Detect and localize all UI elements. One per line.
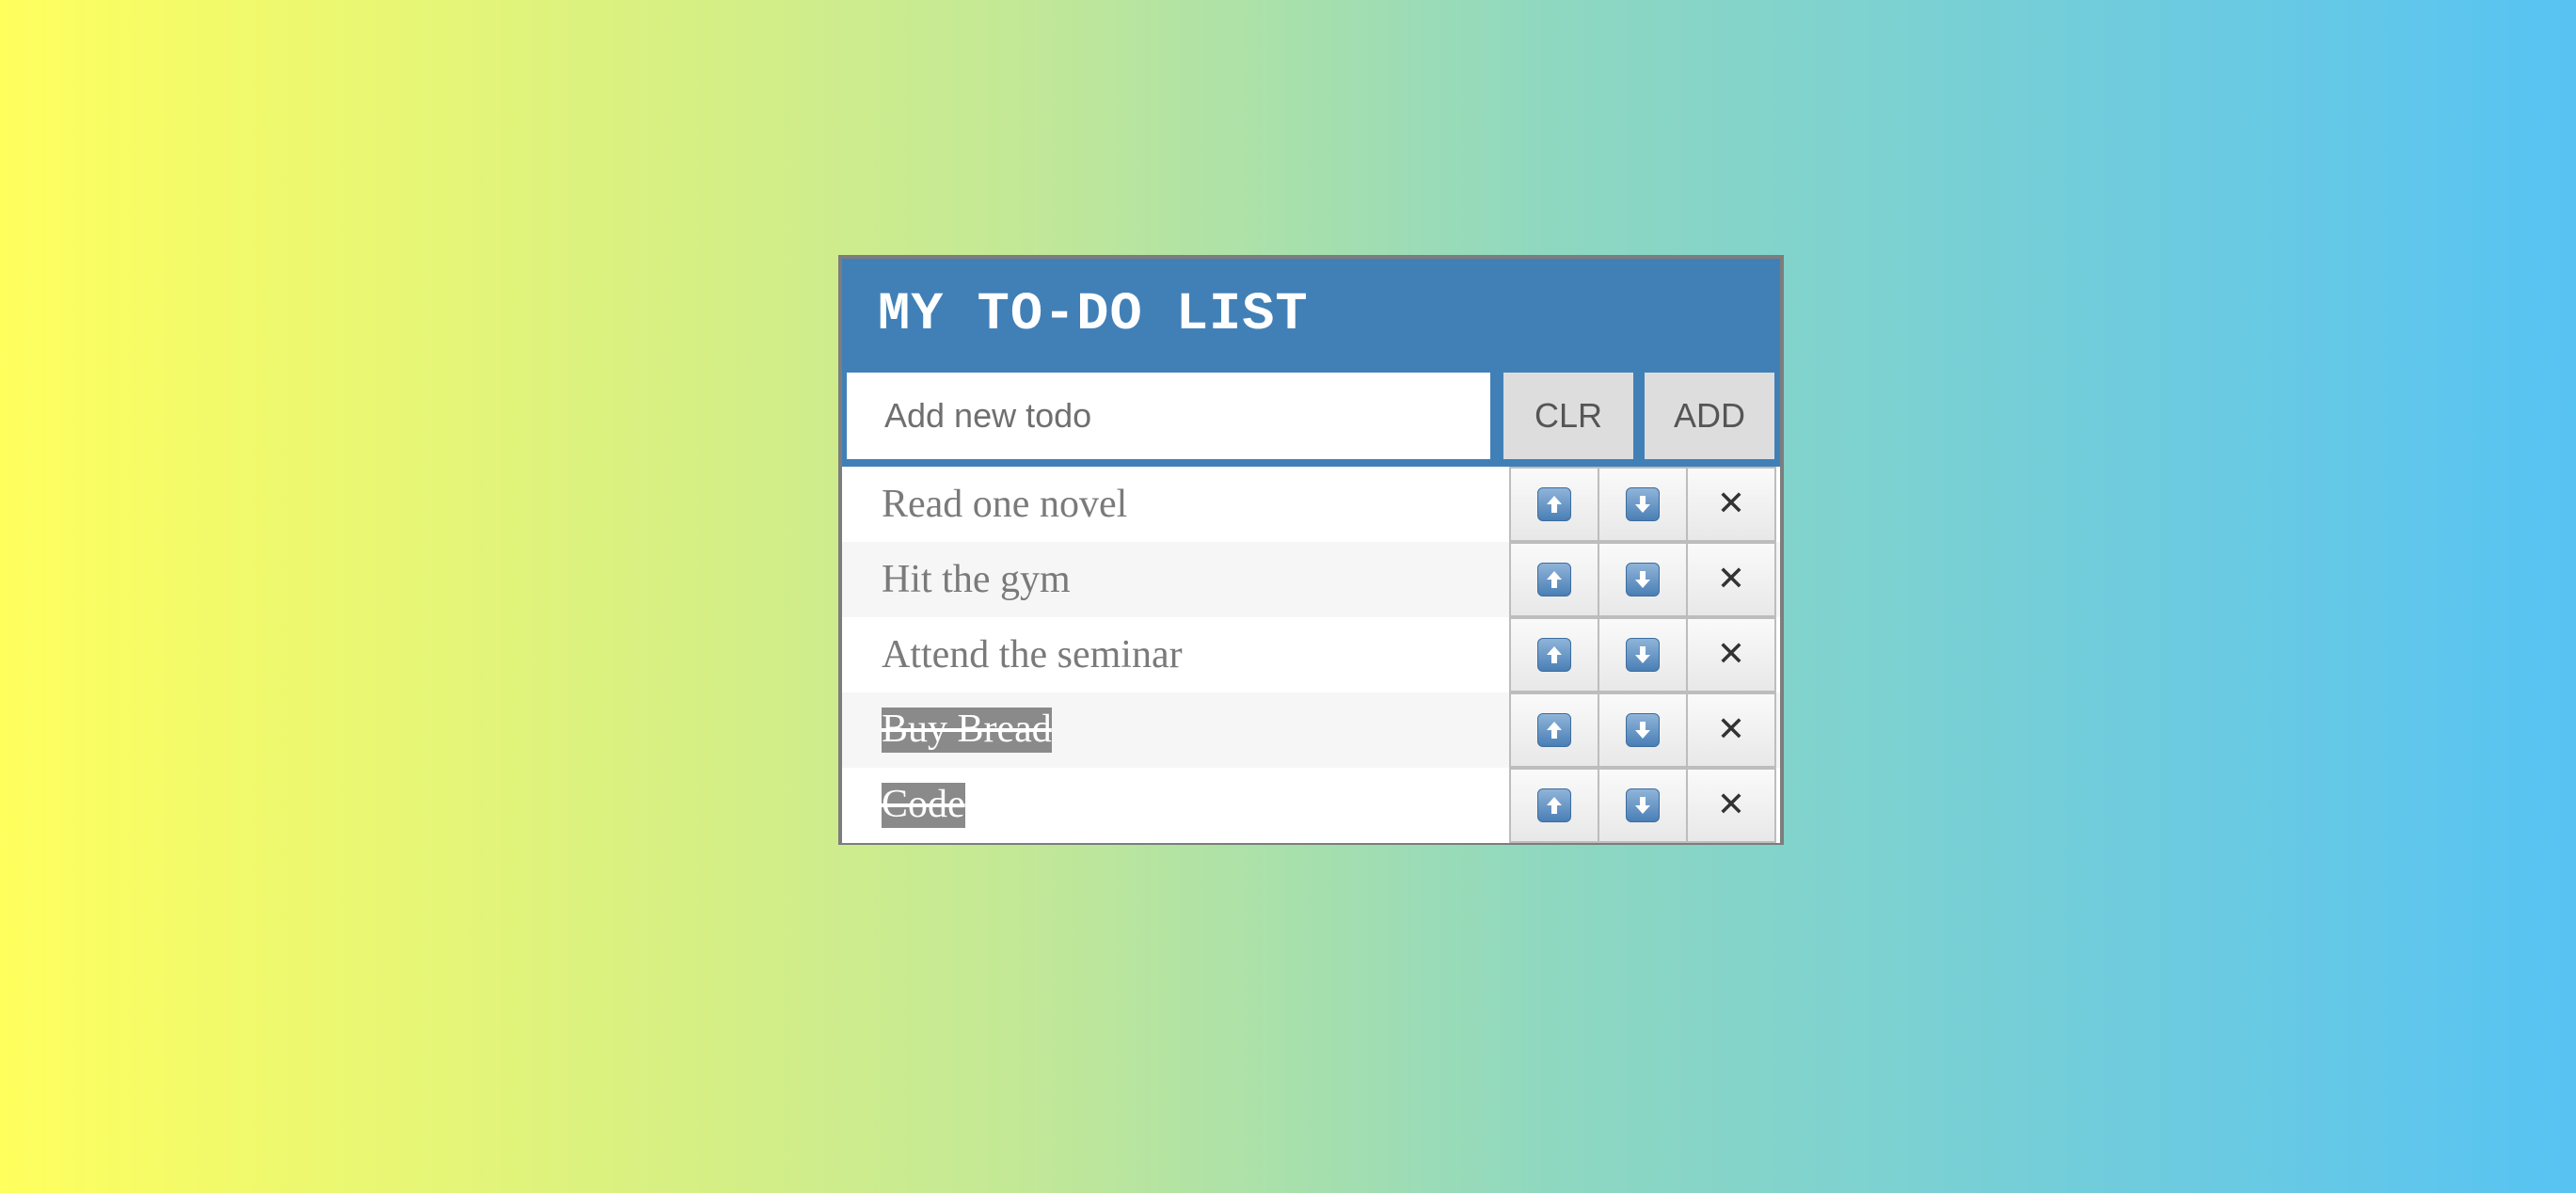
- arrow-down-icon: [1626, 638, 1660, 672]
- delete-button[interactable]: ✕: [1686, 692, 1776, 768]
- todo-item-text-done[interactable]: Buy Bread: [882, 708, 1052, 753]
- arrow-up-icon: [1537, 713, 1571, 747]
- app-title: MY TO-DO LIST: [878, 285, 1309, 345]
- move-up-button[interactable]: [1509, 542, 1599, 617]
- todo-item: Code ✕: [842, 768, 1780, 843]
- todo-item: Attend the seminar ✕: [842, 617, 1780, 692]
- todo-item: Read one novel ✕: [842, 467, 1780, 542]
- todo-list: Read one novel ✕ Hit the gym ✕ Attend th…: [842, 467, 1780, 843]
- close-icon: ✕: [1716, 485, 1746, 523]
- todo-item-text-cell[interactable]: Hit the gym: [842, 542, 1511, 617]
- close-icon: ✕: [1716, 786, 1746, 824]
- close-icon: ✕: [1716, 560, 1746, 598]
- arrow-up-icon: [1537, 563, 1571, 596]
- clear-button[interactable]: CLR: [1503, 373, 1633, 459]
- todo-app: MY TO-DO LIST CLR ADD Read one novel ✕: [838, 255, 1784, 845]
- arrow-down-icon: [1626, 563, 1660, 596]
- arrow-down-icon: [1626, 788, 1660, 822]
- todo-item: Buy Bread ✕: [842, 692, 1780, 768]
- app-header: MY TO-DO LIST: [842, 259, 1780, 370]
- move-up-button[interactable]: [1509, 617, 1599, 692]
- arrow-up-icon: [1537, 788, 1571, 822]
- arrow-down-icon: [1626, 487, 1660, 521]
- move-down-button[interactable]: [1598, 768, 1688, 843]
- close-icon: ✕: [1716, 710, 1746, 749]
- new-todo-input[interactable]: [847, 373, 1490, 459]
- arrow-up-icon: [1537, 487, 1571, 521]
- move-up-button[interactable]: [1509, 692, 1599, 768]
- move-down-button[interactable]: [1598, 617, 1688, 692]
- todo-item-text-cell[interactable]: Buy Bread: [842, 692, 1511, 768]
- add-button[interactable]: ADD: [1645, 373, 1774, 459]
- input-bar: CLR ADD: [842, 370, 1780, 467]
- todo-item-text[interactable]: Read one novel: [882, 485, 1127, 524]
- arrow-up-icon: [1537, 638, 1571, 672]
- move-down-button[interactable]: [1598, 467, 1688, 542]
- move-up-button[interactable]: [1509, 467, 1599, 542]
- todo-item-text-cell[interactable]: Attend the seminar: [842, 617, 1511, 692]
- todo-item-text[interactable]: Attend the seminar: [882, 635, 1183, 675]
- move-down-button[interactable]: [1598, 542, 1688, 617]
- arrow-down-icon: [1626, 713, 1660, 747]
- todo-item-text-cell[interactable]: Code: [842, 768, 1511, 843]
- delete-button[interactable]: ✕: [1686, 617, 1776, 692]
- delete-button[interactable]: ✕: [1686, 542, 1776, 617]
- move-up-button[interactable]: [1509, 768, 1599, 843]
- delete-button[interactable]: ✕: [1686, 768, 1776, 843]
- move-down-button[interactable]: [1598, 692, 1688, 768]
- todo-item-text-cell[interactable]: Read one novel: [842, 467, 1511, 542]
- close-icon: ✕: [1716, 635, 1746, 674]
- todo-item-text[interactable]: Hit the gym: [882, 560, 1071, 599]
- todo-item: Hit the gym ✕: [842, 542, 1780, 617]
- delete-button[interactable]: ✕: [1686, 467, 1776, 542]
- todo-item-text-done[interactable]: Code: [882, 783, 965, 828]
